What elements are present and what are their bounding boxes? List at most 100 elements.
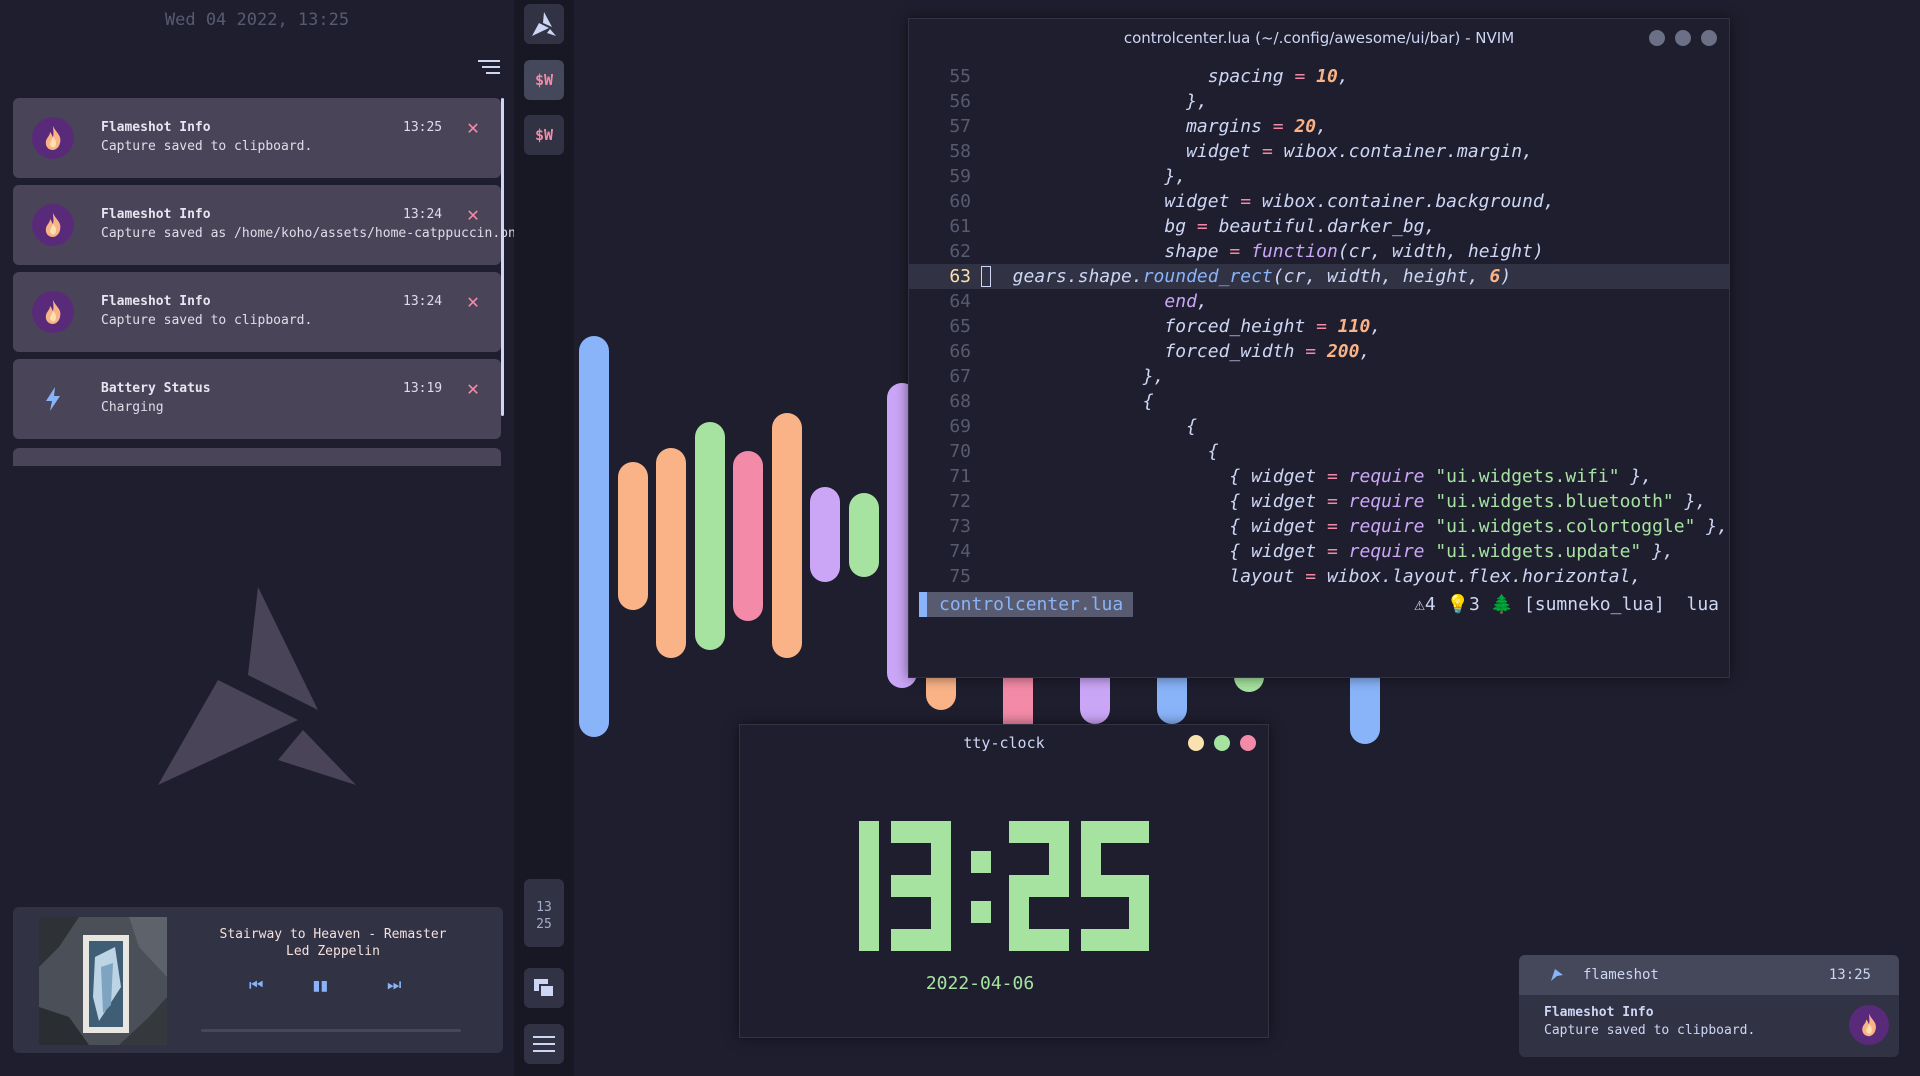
text-cursor xyxy=(981,266,991,287)
code-line: 74 { widget = require "ui.widgets.update… xyxy=(949,541,1674,562)
current-line-number: 63 xyxy=(949,266,971,287)
code-line: 66 forced_width = 200, xyxy=(949,341,1371,362)
notification-body: Capture saved as /home/koho/assets/home-… xyxy=(101,226,524,241)
notification-center: Wed 04 2022, 13:25 Flameshot Info Captur… xyxy=(0,0,524,1076)
code-line: 56 }, xyxy=(949,91,1208,112)
flameshot-icon xyxy=(32,117,74,159)
window-title: controlcenter.lua (~/.config/awesome/ui/… xyxy=(1123,29,1515,47)
workspace-2-button[interactable]: $W xyxy=(524,115,564,155)
notification-card[interactable]: Flameshot Info Capture saved to clipboar… xyxy=(13,272,501,352)
nvim-window[interactable]: controlcenter.lua (~/.config/awesome/ui/… xyxy=(908,18,1730,678)
popup-header: flameshot 13:25 xyxy=(1519,955,1899,995)
notification-time: 13:19 xyxy=(403,381,443,396)
launcher-button[interactable] xyxy=(524,4,564,44)
close-icon[interactable]: ✕ xyxy=(463,117,483,137)
bar-clock: 13 25 xyxy=(524,879,564,947)
popup-time: 13:25 xyxy=(1828,967,1871,983)
visualizer-bar xyxy=(810,487,840,582)
flameshot-icon xyxy=(32,291,74,333)
workspace-1-button[interactable]: $W xyxy=(524,60,564,100)
notification-date: Wed 04 2022, 13:25 xyxy=(164,10,350,30)
close-button[interactable] xyxy=(1240,735,1256,751)
code-line-current: 63 gears.shape.rounded_rect(cr, width, h… xyxy=(909,264,1729,289)
notification-title: Flameshot Info xyxy=(101,120,211,135)
maximize-button[interactable] xyxy=(1214,735,1230,751)
code-line: 65 forced_height = 110, xyxy=(949,316,1382,337)
lightning-icon xyxy=(32,378,74,420)
notification-body: Charging xyxy=(101,400,164,415)
notification-body: Capture saved to clipboard. xyxy=(101,313,313,328)
minimize-button[interactable] xyxy=(1188,735,1204,751)
notification-card[interactable]: Flameshot Info Capture saved as /home/ko… xyxy=(13,185,524,265)
vertical-bar: $W $W 13 25 xyxy=(514,0,574,1076)
album-art xyxy=(39,917,167,1045)
visualizer-bar xyxy=(695,422,725,650)
notification-title: Battery Status xyxy=(101,381,211,396)
code-editor[interactable]: 55 spacing = 10, 56 }, 57 margins = 20, … xyxy=(909,64,1729,604)
notification-scrollbar[interactable] xyxy=(501,98,504,416)
next-track-button[interactable]: ⏭ xyxy=(387,975,401,995)
notification-title: Flameshot Info xyxy=(101,294,211,309)
notification-popup[interactable]: flameshot 13:25 Flameshot Info Capture s… xyxy=(1519,955,1899,1057)
previous-track-button[interactable]: ⏮ xyxy=(249,975,263,995)
code-line: 70 { xyxy=(949,441,1219,462)
minimize-button[interactable] xyxy=(1649,30,1665,46)
notification-time: 13:25 xyxy=(403,120,443,135)
music-player: Stairway to Heaven - Remaster Led Zeppel… xyxy=(13,907,503,1053)
popup-app-name: flameshot xyxy=(1583,967,1659,983)
code-line: 62 shape = function(cr, width, height) xyxy=(949,241,1544,262)
code-line: 57 margins = 20, xyxy=(949,116,1327,137)
code-line: 69 { xyxy=(949,416,1197,437)
close-button[interactable] xyxy=(1701,30,1717,46)
pause-button[interactable]: ▮▮ xyxy=(311,975,330,996)
maximize-button[interactable] xyxy=(1675,30,1691,46)
popup-title: Flameshot Info xyxy=(1544,1005,1654,1020)
code-line: 60 widget = wibox.container.background, xyxy=(949,191,1555,212)
notification-card[interactable]: Flameshot Info Capture saved to clipboar… xyxy=(13,98,501,178)
awesome-logo-icon xyxy=(158,587,356,785)
code-line: 75 layout = wibox.layout.flex.horizontal… xyxy=(949,566,1642,587)
bar-clock-minute: 25 xyxy=(536,917,552,932)
clock-date: 2022-04-06 xyxy=(925,973,1035,994)
code-line: 64 end, xyxy=(949,291,1208,312)
notification-time: 13:24 xyxy=(403,207,443,222)
statusline: controlcenter.lua ⚠4 💡3 🌲 [sumneko_lua] … xyxy=(919,592,1719,617)
notification-time: 13:24 xyxy=(403,294,443,309)
visualizer-bar xyxy=(772,413,802,658)
notification-card xyxy=(13,448,501,466)
statusline-diagnostics: ⚠4 💡3 🌲 [sumneko_lua] lua xyxy=(1414,594,1719,615)
menu-icon[interactable] xyxy=(524,1024,564,1064)
close-icon[interactable]: ✕ xyxy=(463,204,483,224)
code-line: 55 spacing = 10, xyxy=(949,66,1349,87)
clock-digits xyxy=(859,821,1149,951)
layout-icon[interactable] xyxy=(524,968,564,1008)
window-titlebar[interactable]: controlcenter.lua (~/.config/awesome/ui/… xyxy=(909,19,1729,55)
flameshot-app-icon xyxy=(1551,969,1563,981)
visualizer-bar xyxy=(656,448,686,658)
code-line: 58 widget = wibox.container.margin, xyxy=(949,141,1533,162)
song-title: Stairway to Heaven - Remaster xyxy=(219,927,447,942)
close-icon[interactable]: ✕ xyxy=(463,378,483,398)
awesome-logo-icon xyxy=(532,12,556,36)
bar-clock-hour: 13 xyxy=(536,900,552,915)
visualizer-bar xyxy=(579,336,609,737)
clear-all-icon[interactable] xyxy=(474,60,500,80)
notification-title: Flameshot Info xyxy=(101,207,211,222)
notification-body: Capture saved to clipboard. xyxy=(101,139,313,154)
notification-card[interactable]: Battery Status Charging 13:19 ✕ xyxy=(13,359,501,439)
statusline-filename: controlcenter.lua xyxy=(919,592,1134,617)
code-line: 59 }, xyxy=(949,166,1187,187)
track-progress-bar[interactable] xyxy=(201,1029,461,1032)
flameshot-icon xyxy=(1849,1005,1889,1045)
flameshot-icon xyxy=(32,204,74,246)
song-artist: Led Zeppelin xyxy=(286,944,380,959)
code-line: 73 { widget = require "ui.widgets.colort… xyxy=(949,516,1728,537)
code-line: 71 { widget = require "ui.widgets.wifi" … xyxy=(949,466,1653,487)
tty-clock-window[interactable]: tty-clock 2022-04-06 xyxy=(739,724,1269,1038)
popup-body: Capture saved to clipboard. xyxy=(1544,1023,1756,1038)
code-line: 72 { widget = require "ui.widgets.blueto… xyxy=(949,491,1707,512)
close-icon[interactable]: ✕ xyxy=(463,291,483,311)
code-line: 67 }, xyxy=(949,366,1165,387)
visualizer-bar xyxy=(618,462,648,610)
code-line: 61 bg = beautiful.darker_bg, xyxy=(949,216,1436,237)
